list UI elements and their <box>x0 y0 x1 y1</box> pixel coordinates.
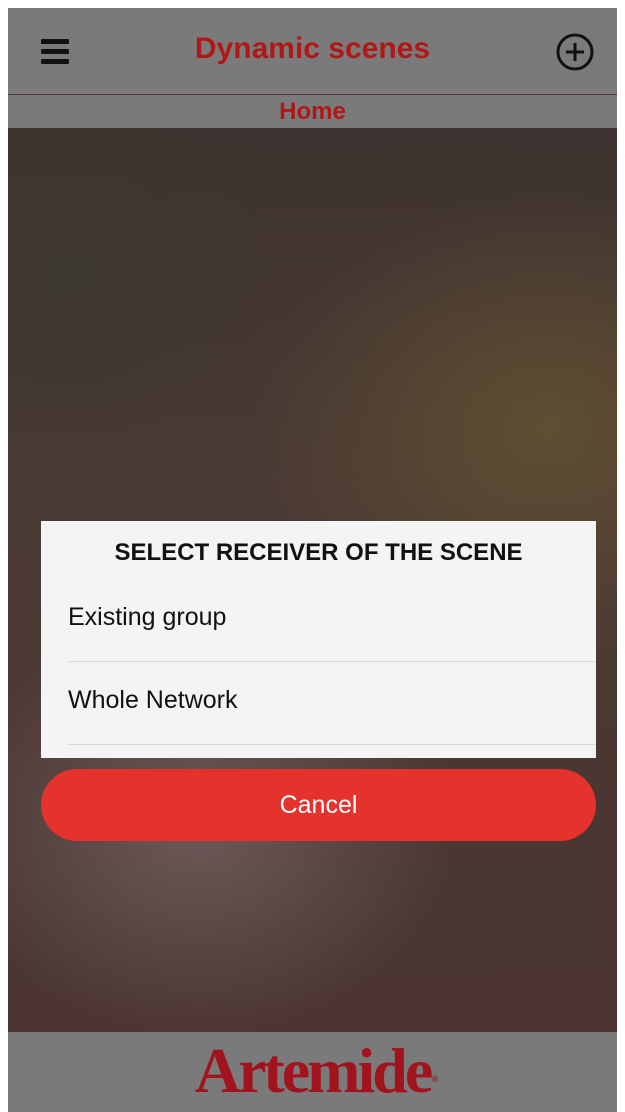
logo-wordmark: Artemide <box>194 1035 433 1106</box>
location-bar: Home <box>8 95 617 128</box>
hamburger-menu-icon[interactable] <box>38 38 72 66</box>
option-label: Existing group <box>68 603 227 631</box>
option-whole-network[interactable]: Whole Network <box>68 662 596 745</box>
scene-background: SELECT RECEIVER OF THE SCENE Existing gr… <box>8 128 617 1032</box>
page-title: Dynamic scenes <box>194 32 431 65</box>
select-receiver-dialog: SELECT RECEIVER OF THE SCENE Existing gr… <box>41 521 596 758</box>
app-screen: Dynamic scenes Home SELECT RECEIVER OF T… <box>8 8 617 1112</box>
option-label: Whole Network <box>68 686 238 714</box>
artemide-logo: Artemide ® <box>194 1035 438 1107</box>
cancel-button[interactable]: Cancel <box>41 769 596 841</box>
top-navigation-bar: Dynamic scenes <box>8 8 617 95</box>
footer-bar: Artemide ® <box>8 1032 617 1112</box>
dialog-title: SELECT RECEIVER OF THE SCENE <box>114 539 523 566</box>
cancel-button-label: Cancel <box>279 791 358 819</box>
plus-circle-icon[interactable] <box>555 32 595 72</box>
option-existing-group[interactable]: Existing group <box>68 579 596 662</box>
registered-mark: ® <box>431 1074 439 1084</box>
location-label: Home <box>279 98 346 125</box>
